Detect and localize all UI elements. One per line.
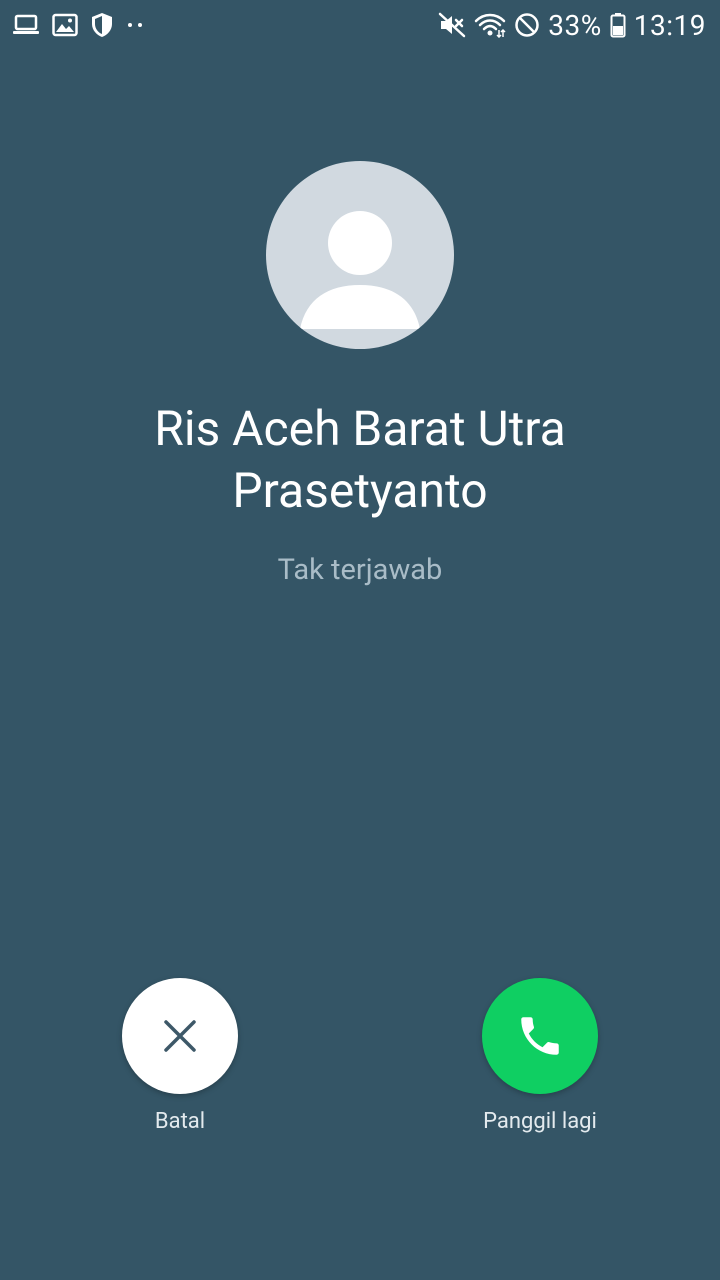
status-bar: 33% 13:19	[0, 0, 720, 50]
phone-icon	[521, 1017, 559, 1055]
shield-icon	[90, 12, 114, 38]
contact-avatar	[266, 161, 454, 349]
caller-name-line2: Prasetyanto	[232, 462, 488, 519]
block-icon	[514, 12, 540, 38]
wifi-icon	[474, 12, 506, 38]
status-right-icons: 33% 13:19	[430, 9, 706, 42]
redial-button[interactable]	[482, 978, 598, 1094]
close-icon	[164, 1020, 196, 1052]
call-status: Tak terjawab	[277, 553, 443, 587]
laptop-icon	[12, 13, 40, 37]
person-icon	[300, 211, 420, 329]
redial-action: Panggil lagi	[440, 978, 640, 1136]
more-dots-icon	[126, 20, 144, 30]
image-icon	[52, 13, 78, 37]
status-time: 13:19	[633, 8, 706, 42]
cancel-label: Batal	[154, 1109, 206, 1134]
redial-label: Panggil lagi	[483, 1109, 597, 1134]
caller-name: Ris Aceh Barat Utra Prasetyanto	[40, 398, 680, 522]
mute-icon	[438, 12, 466, 38]
battery-percent: 33%	[548, 8, 602, 42]
cancel-action: Batal	[80, 978, 280, 1136]
battery-icon	[610, 12, 626, 38]
caller-name-line1: Ris Aceh Barat Utra	[154, 400, 566, 457]
cancel-button[interactable]	[122, 978, 238, 1094]
status-left-icons	[12, 12, 156, 38]
